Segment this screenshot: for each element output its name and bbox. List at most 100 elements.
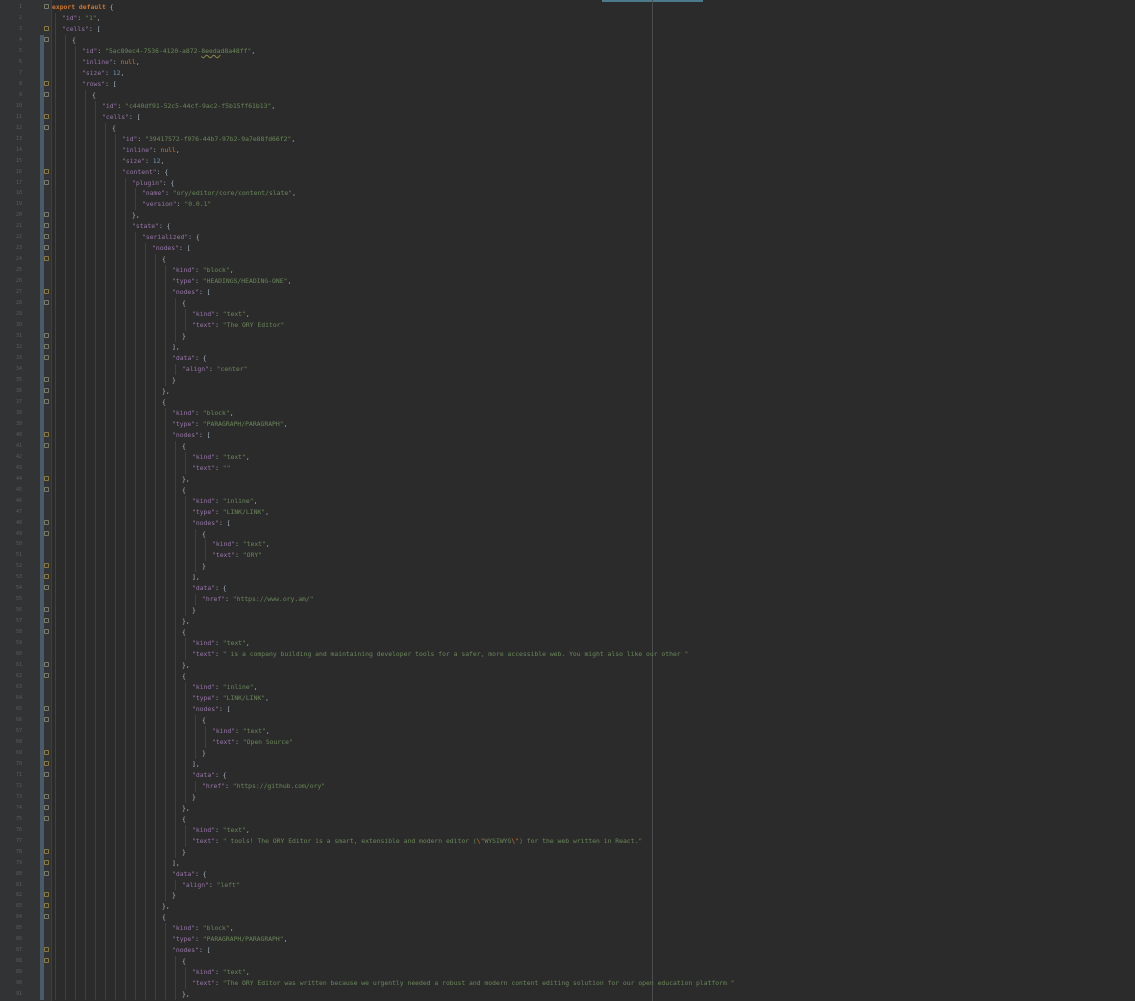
code-line[interactable]: 6 "inline": null, xyxy=(0,56,1135,68)
code-text[interactable]: "nodes": [ xyxy=(152,243,190,254)
code-line[interactable]: 9{ xyxy=(0,89,1135,101)
code-text[interactable]: "type": "HEADINGS/HEADING-ONE", xyxy=(172,276,291,287)
code-line[interactable]: 16 "content": { xyxy=(0,166,1135,178)
change-marker[interactable] xyxy=(40,638,44,650)
code-line[interactable]: 61}, xyxy=(0,660,1135,672)
code-line[interactable]: 43 "text": "" xyxy=(0,462,1135,474)
fold-toggle-icon[interactable] xyxy=(44,618,49,624)
code-text[interactable]: { xyxy=(182,485,186,496)
fold-toggle-icon[interactable] xyxy=(44,629,49,635)
change-marker[interactable] xyxy=(40,967,44,979)
code-text[interactable]: "cells": [ xyxy=(62,24,100,35)
fold-toggle-icon[interactable] xyxy=(44,431,49,437)
code-line[interactable]: 33 "data": { xyxy=(0,353,1135,364)
change-marker[interactable] xyxy=(40,155,44,167)
code-line[interactable]: 31} xyxy=(0,331,1135,343)
code-line[interactable]: 51 "text": "ORY" xyxy=(0,550,1135,562)
code-line[interactable]: 69} xyxy=(0,747,1135,759)
code-text[interactable]: "text": "Open Source" xyxy=(212,737,293,748)
change-marker[interactable] xyxy=(40,451,44,463)
code-text[interactable]: "kind": "text", xyxy=(192,825,250,836)
code-text[interactable]: } xyxy=(192,792,196,803)
code-line[interactable]: 14 "inline": null, xyxy=(0,144,1135,156)
fold-toggle-icon[interactable] xyxy=(44,124,49,130)
code-line[interactable]: 15 "size": 12, xyxy=(0,155,1135,167)
code-text[interactable]: "text": "ORY" xyxy=(212,550,262,561)
code-line[interactable]: 62{ xyxy=(0,671,1135,683)
fold-toggle-icon[interactable] xyxy=(44,387,49,393)
code-line[interactable]: 83}, xyxy=(0,901,1135,913)
code-text[interactable]: { xyxy=(162,912,166,923)
code-text[interactable]: "type": "LINK/LINK", xyxy=(192,693,269,704)
code-line[interactable]: 55 "href": "https://www.ory.am/" xyxy=(0,594,1135,606)
code-text[interactable]: "align": "left" xyxy=(182,880,240,891)
code-line[interactable]: 72 "href": "https://github.com/ory" xyxy=(0,780,1135,792)
code-text[interactable]: } xyxy=(182,331,186,342)
code-line[interactable]: 18 "name": "ory/editor/core/content/slate… xyxy=(0,188,1135,200)
code-text[interactable]: { xyxy=(182,441,186,452)
code-text[interactable]: "kind": "text", xyxy=(192,452,250,463)
code-line[interactable]: 54 "data": { xyxy=(0,583,1135,595)
code-text[interactable]: "id": "39417572-f976-44b7-97b2-9a7e88fd6… xyxy=(122,134,295,145)
fold-toggle-icon[interactable] xyxy=(44,706,49,711)
code-line[interactable]: 75{ xyxy=(0,813,1135,825)
code-text[interactable]: } xyxy=(172,890,176,901)
code-line[interactable]: 13 "id": "39417572-f976-44b7-97b2-9a7e88f… xyxy=(0,133,1135,145)
fold-toggle-icon[interactable] xyxy=(44,113,49,119)
fold-toggle-icon[interactable] xyxy=(44,179,49,185)
code-line[interactable]: 60 "text": " is a company building and ma… xyxy=(0,649,1135,661)
code-line[interactable]: 39 "type": "PARAGRAPH/PARAGRAPH", xyxy=(0,418,1135,430)
code-line[interactable]: 24{ xyxy=(0,254,1135,266)
fold-toggle-icon[interactable] xyxy=(44,519,49,525)
code-text[interactable]: { xyxy=(202,715,206,726)
fold-toggle-icon[interactable] xyxy=(44,245,49,251)
code-line[interactable]: 40 "nodes": [ xyxy=(0,429,1135,441)
code-text[interactable]: { xyxy=(182,814,186,825)
code-text[interactable]: "serialized": { xyxy=(142,232,200,243)
code-line[interactable]: 84{ xyxy=(0,912,1135,924)
code-line[interactable]: 42 "kind": "text", xyxy=(0,451,1135,463)
code-text[interactable]: "kind": "block", xyxy=(172,923,234,934)
code-text[interactable]: "href": "https://www.ory.am/" xyxy=(202,594,314,605)
code-text[interactable]: "kind": "inline", xyxy=(192,496,257,507)
code-line[interactable]: 88{ xyxy=(0,956,1135,968)
code-text[interactable]: "kind": "block", xyxy=(172,265,234,276)
fold-toggle-icon[interactable] xyxy=(44,442,49,448)
change-marker[interactable] xyxy=(40,693,44,704)
change-marker[interactable] xyxy=(40,539,44,551)
code-text[interactable]: "kind": "block", xyxy=(172,408,234,419)
code-text[interactable]: "text": "The ORY Editor" xyxy=(192,320,284,331)
code-text[interactable]: "data": { xyxy=(192,583,227,594)
code-line[interactable]: 80 "data": { xyxy=(0,868,1135,880)
fold-toggle-icon[interactable] xyxy=(44,947,49,953)
code-text[interactable]: } xyxy=(202,561,206,572)
code-line[interactable]: 2 "id": "1", xyxy=(0,12,1135,24)
code-text[interactable]: "data": { xyxy=(172,353,207,364)
code-text[interactable]: { xyxy=(162,397,166,408)
change-marker[interactable] xyxy=(40,835,44,847)
change-marker[interactable] xyxy=(40,276,44,288)
fold-toggle-icon[interactable] xyxy=(44,662,49,668)
fold-toggle-icon[interactable] xyxy=(44,859,49,865)
code-line[interactable]: 76 "kind": "text", xyxy=(0,824,1135,836)
fold-toggle-icon[interactable] xyxy=(44,903,49,909)
code-text[interactable]: }, xyxy=(182,989,190,1000)
code-text[interactable]: }, xyxy=(162,386,170,397)
change-marker[interactable] xyxy=(40,56,44,68)
code-line[interactable]: 21 "state": { xyxy=(0,221,1135,233)
code-line[interactable]: 65 "nodes": [ xyxy=(0,704,1135,715)
change-marker[interactable] xyxy=(40,550,44,562)
code-text[interactable]: { xyxy=(202,529,206,540)
change-marker[interactable] xyxy=(40,780,44,792)
code-text[interactable]: "rows": [ xyxy=(82,79,117,90)
code-text[interactable]: "id": "1", xyxy=(62,13,101,24)
change-marker[interactable] xyxy=(40,133,44,145)
code-text[interactable]: "nodes": [ xyxy=(172,430,210,441)
change-marker[interactable] xyxy=(40,188,44,200)
code-line[interactable]: 52} xyxy=(0,561,1135,573)
fold-toggle-icon[interactable] xyxy=(44,398,49,404)
code-text[interactable]: { xyxy=(182,627,186,638)
code-text[interactable]: "nodes": [ xyxy=(172,287,210,298)
code-line[interactable]: 57}, xyxy=(0,616,1135,628)
fold-toggle-icon[interactable] xyxy=(44,256,49,262)
